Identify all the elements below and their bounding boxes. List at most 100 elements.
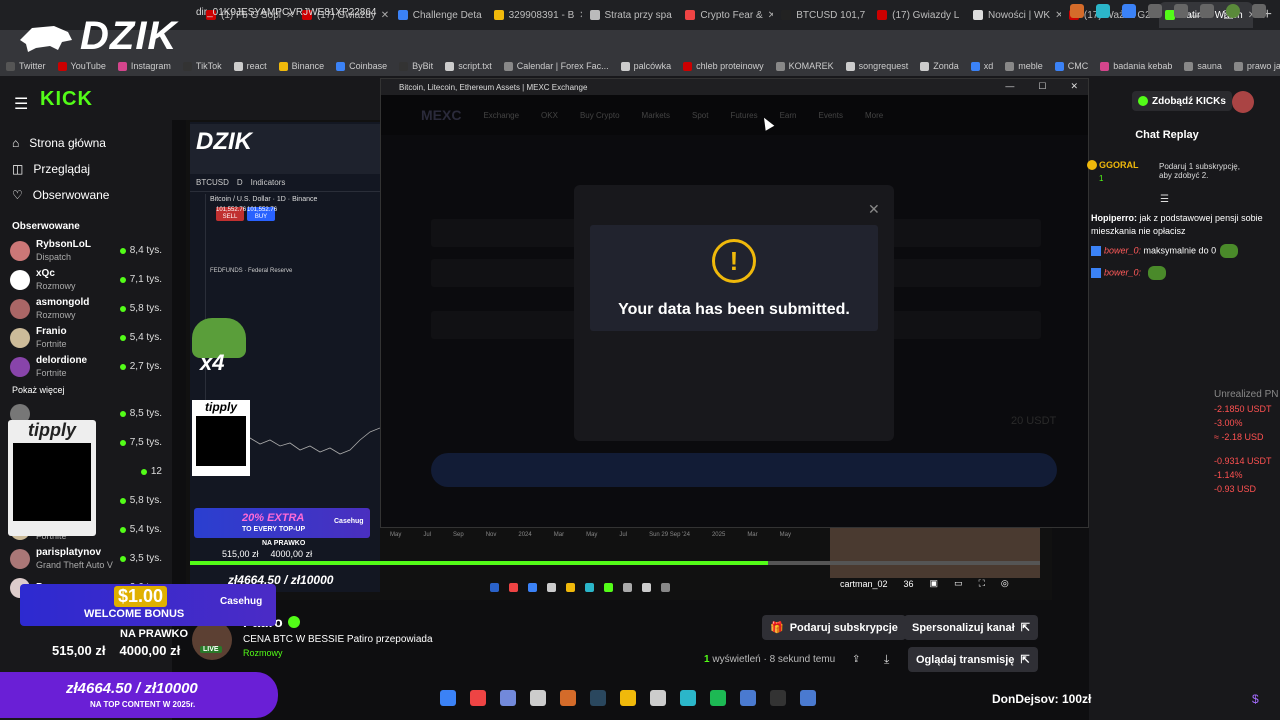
extension-icon[interactable]	[1096, 4, 1110, 18]
app-icon[interactable]	[800, 690, 816, 706]
obs-icon[interactable]	[560, 690, 576, 706]
stream-category[interactable]: Rozmowy	[243, 648, 283, 658]
download-icon[interactable]: ⤓	[884, 652, 889, 667]
miniplayer-icon[interactable]: ▭	[954, 578, 963, 589]
browser-tab[interactable]: 329908391 - B ✕	[488, 2, 582, 28]
snipping-icon[interactable]	[530, 690, 546, 706]
user-avatar[interactable]	[1232, 91, 1254, 113]
chat-username[interactable]: Hopiperro:	[1091, 213, 1137, 223]
browser-tab[interactable]: Crypto Fear & ✕	[679, 2, 773, 28]
gift-sub-card[interactable]: GGORAL 1 Podaruj 1 subskrypcję, aby zdob…	[1087, 160, 1257, 190]
hamburger-menu-icon[interactable]: ☰	[14, 94, 28, 114]
chat-username[interactable]: bower_0:	[1104, 267, 1141, 277]
bookmark-item[interactable]: Twitter	[6, 61, 46, 71]
modal-close-icon[interactable]: ✕	[868, 201, 880, 218]
browser-tab[interactable]: Nowości | WK ✕	[967, 2, 1061, 28]
tab-close-icon[interactable]: ✕	[677, 10, 678, 21]
url-input[interactable]: dir_01K9JESYAMPCVRJWE81XP22864	[196, 4, 376, 22]
chrome-icon[interactable]	[470, 690, 486, 706]
show-more-link[interactable]: Pokaż więcej	[0, 381, 172, 399]
watch-stream-button[interactable]: Oglądaj transmisję ⇱	[908, 647, 1038, 672]
bookmark-item[interactable]: badania kebab	[1100, 61, 1172, 71]
theater-mode-icon[interactable]: ▣	[930, 578, 939, 589]
sidebar-nav-item[interactable]: ♡ Obserwowane	[0, 182, 172, 208]
gift-subscription-button[interactable]: 🎁 Podaruj subskrypcje	[762, 615, 906, 640]
video-progress-bar[interactable]	[190, 561, 1040, 565]
windows-start-icon[interactable]	[440, 690, 456, 706]
bookmark-item[interactable]: xd	[970, 61, 993, 71]
menu-icon[interactable]	[1252, 4, 1266, 18]
media-icon[interactable]	[1200, 4, 1214, 18]
folder-icon[interactable]	[620, 690, 636, 706]
followed-channel[interactable]: asmongold Rozmowy 5,8 tys.	[0, 294, 172, 323]
browser-tab[interactable]: Strata przy spa ✕	[584, 2, 678, 28]
notepad-icon[interactable]	[740, 690, 756, 706]
extension-icon[interactable]	[1070, 4, 1084, 18]
download-icon[interactable]	[1174, 4, 1188, 18]
bookmark-item[interactable]: chleb proteinowy	[683, 61, 764, 71]
streamer-avatar[interactable]	[192, 620, 232, 660]
sidebar-nav-item[interactable]: ⌂ Strona główna	[0, 130, 172, 156]
bookmark-item[interactable]: meble	[1005, 61, 1043, 71]
chat-username[interactable]: bower_0:	[1104, 245, 1141, 255]
followed-channel[interactable]: xQc Rozmowy 7,1 tys.	[0, 265, 172, 294]
speed-icon[interactable]: ◎	[1001, 578, 1009, 589]
discord-icon[interactable]	[500, 690, 516, 706]
kick-logo[interactable]: KICK	[40, 88, 93, 111]
profile-icon[interactable]	[1226, 4, 1240, 18]
terminal-icon[interactable]	[770, 690, 786, 706]
extension-icon[interactable]	[1122, 4, 1136, 18]
bookmark-item[interactable]: palcówka	[620, 61, 671, 71]
customize-channel-button[interactable]: Spersonalizuj kanał ⇱	[904, 615, 1038, 640]
mexc-nav-item[interactable]: More	[865, 111, 883, 120]
sidebar-nav-item[interactable]: ◫ Przeglądaj	[0, 156, 172, 182]
mexc-nav-item[interactable]: OKX	[541, 111, 558, 120]
tab-close-icon[interactable]: ✕	[1055, 10, 1061, 21]
bookmark-item[interactable]: Zonda	[920, 61, 959, 71]
mexc-nav-item[interactable]: Markets	[642, 111, 670, 120]
bookmark-item[interactable]: YouTube	[57, 61, 106, 71]
tab-close-icon[interactable]: ✕	[579, 10, 581, 21]
followed-channel[interactable]: delordione Fortnite 2,7 tys.	[0, 352, 172, 381]
puzzle-icon[interactable]	[1148, 4, 1162, 18]
vscode-icon[interactable]	[680, 690, 696, 706]
mexc-nav-item[interactable]: Spot	[692, 111, 708, 120]
steam-icon[interactable]	[590, 690, 606, 706]
followed-channel[interactable]: RybsonLoL Dispatch 8,4 tys.	[0, 236, 172, 265]
bookmark-item[interactable]: KOMAREK	[775, 61, 834, 71]
browser-tab[interactable]: Challenge Deta✕	[392, 2, 486, 28]
tab-close-icon[interactable]: ✕	[768, 10, 774, 21]
bookmark-item[interactable]: ByBit	[399, 61, 433, 71]
bookmark-item[interactable]: CMC	[1054, 61, 1088, 71]
mexc-maximize-button[interactable]: ☐	[1038, 81, 1046, 92]
bookmark-item[interactable]: TikTok	[182, 61, 222, 71]
browser-tab[interactable]: (17) Gwiazdy L ✕	[871, 2, 965, 28]
fullscreen-icon[interactable]: ⛶	[979, 578, 985, 589]
share-icon[interactable]: ⇪	[852, 654, 860, 665]
bookmark-item[interactable]: react	[233, 61, 267, 71]
bookmark-item[interactable]: sauna	[1184, 61, 1222, 71]
mexc-submit-button[interactable]	[431, 453, 1057, 487]
tab-close-icon[interactable]: ✕	[964, 10, 965, 21]
bookmark-item[interactable]: Binance	[278, 61, 324, 71]
tab-close-icon[interactable]: ✕	[381, 10, 389, 21]
bookmark-item[interactable]: script.txt	[445, 61, 492, 71]
bookmark-item[interactable]: Instagram	[117, 61, 171, 71]
followed-channel[interactable]: parisplatynov Grand Theft Auto V 3,5 tys.	[0, 544, 172, 573]
followed-channel[interactable]: FranioFortnite 5,4 tys.	[0, 323, 172, 352]
pinned-toggle-icon[interactable]: ☰	[1160, 194, 1169, 205]
mexc-close-button[interactable]: ✕	[1070, 81, 1078, 92]
mexc-nav-item[interactable]: Exchange	[483, 111, 519, 120]
get-kicks-button[interactable]: Zdobądź KICKs	[1132, 91, 1232, 111]
spotify-icon[interactable]	[710, 690, 726, 706]
mexc-nav-item[interactable]: Earn	[780, 111, 797, 120]
mexc-minimize-button[interactable]: —	[1005, 81, 1014, 92]
mexc-nav-item[interactable]: Events	[818, 111, 842, 120]
mexc-logo[interactable]: MEXC	[421, 107, 461, 123]
bookmark-item[interactable]: prawo jazdy	[1233, 61, 1280, 71]
bookmark-item[interactable]: Coinbase	[336, 61, 387, 71]
c-icon[interactable]	[650, 690, 666, 706]
mexc-nav-item[interactable]: Futures	[730, 111, 757, 120]
mexc-nav-item[interactable]: Buy Crypto	[580, 111, 620, 120]
bookmark-item[interactable]: Calendar | Forex Fac...	[503, 61, 609, 71]
